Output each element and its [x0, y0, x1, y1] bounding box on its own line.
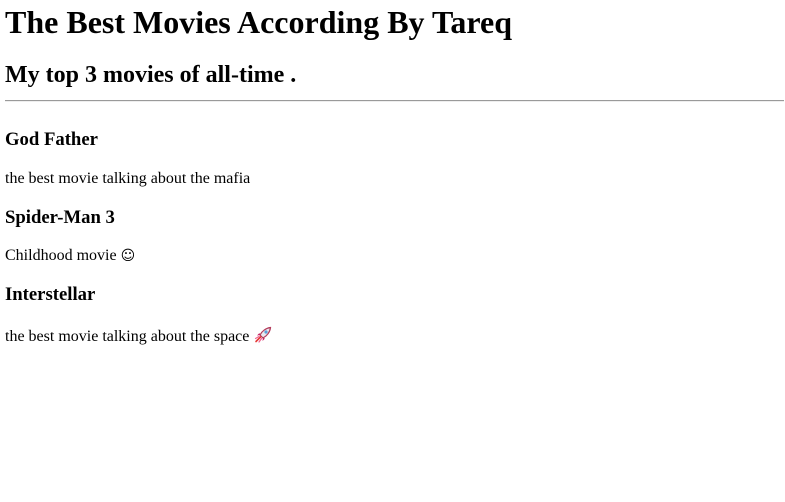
- movie-description-interstellar: the best movie talking about the space: [5, 326, 273, 347]
- movie-description-text: Childhood movie: [5, 247, 117, 264]
- movie-title-interstellar: Interstellar: [5, 284, 96, 305]
- movie-title-spiderman-3: Spider-Man 3: [5, 207, 115, 228]
- page-title: The Best Movies According By Tareq: [5, 4, 512, 40]
- smiley-icon: ☺: [120, 248, 136, 264]
- rocket-icon: [253, 326, 273, 344]
- movie-description-spiderman-3: Childhood movie ☺: [5, 246, 135, 266]
- movie-description-godfather: the best movie talking about the mafia: [5, 170, 251, 187]
- divider: [5, 100, 784, 102]
- movie-description-text: the best movie talking about the space: [5, 328, 250, 345]
- page-subtitle: My top 3 movies of all-time .: [5, 62, 297, 88]
- movie-title-godfather: God Father: [5, 129, 98, 150]
